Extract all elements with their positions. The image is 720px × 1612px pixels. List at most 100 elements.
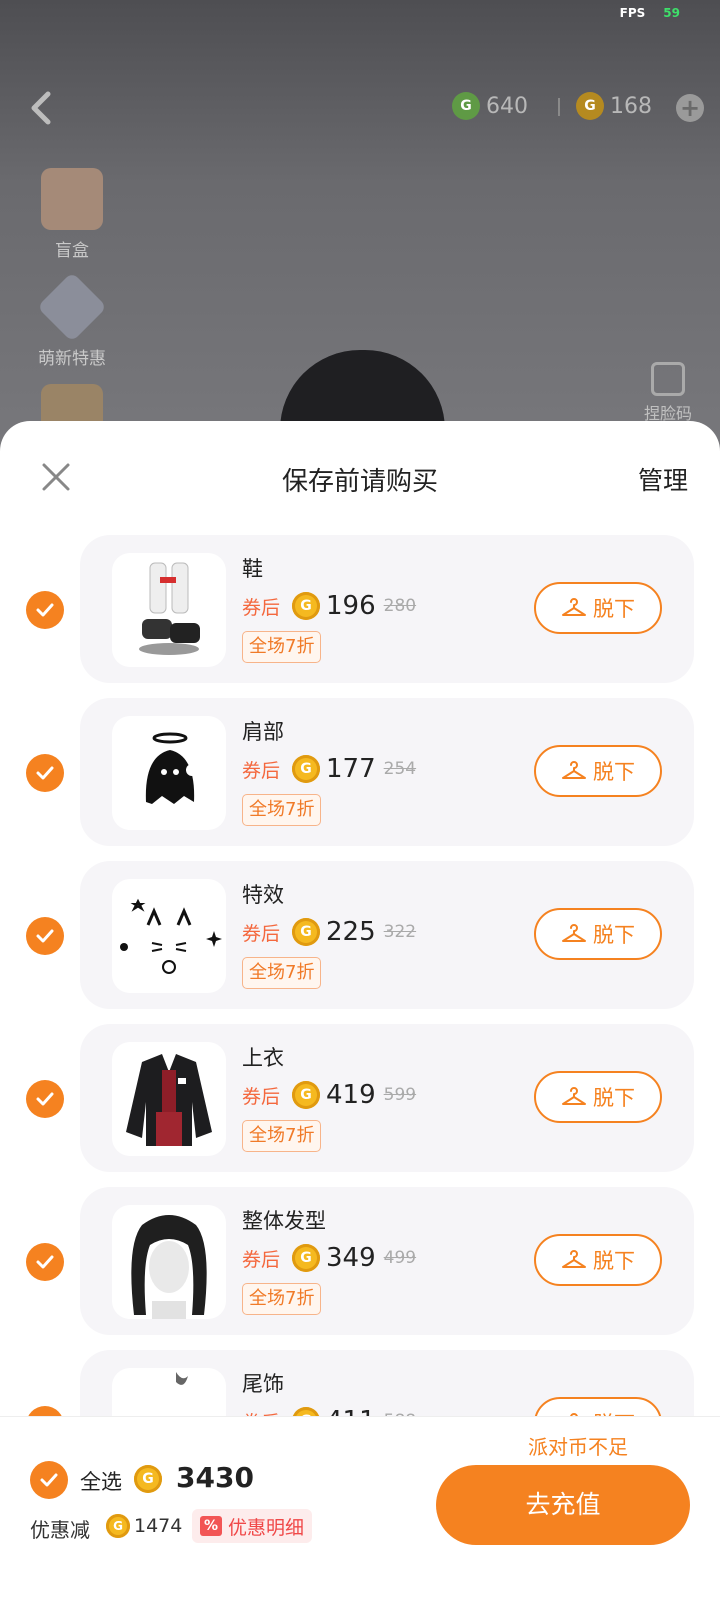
- discount-label: 优惠减: [30, 1518, 90, 1542]
- side-menu-label: 盲盒: [55, 241, 89, 261]
- item-card: 鞋 券后 G 196 280 全场7折 脱下: [80, 535, 694, 683]
- price-line: 券后 G 225 322: [242, 917, 416, 947]
- item-price: 196: [326, 591, 376, 621]
- face-code-button[interactable]: 捏脸码: [628, 362, 708, 424]
- discount-badge: 全场7折: [242, 794, 322, 826]
- total-price: 3430: [176, 1461, 254, 1494]
- check-icon: [36, 603, 54, 617]
- original-price: 322: [383, 922, 417, 942]
- discount-badge: 全场7折: [242, 1283, 322, 1315]
- item-name: 特效: [242, 883, 284, 907]
- background-scene: FPS 59 G 640 G 168 + 盲盒 萌新特惠 捏脸码: [0, 0, 720, 470]
- back-arrow-icon[interactable]: [22, 88, 58, 128]
- take-off-label: 脱下: [593, 1086, 635, 1110]
- take-off-label: 脱下: [593, 1249, 635, 1273]
- side-menu-newbie-offer[interactable]: 萌新特惠: [30, 271, 114, 369]
- discount-badge: 全场7折: [242, 631, 322, 663]
- discount-detail-button[interactable]: % 优惠明细: [192, 1509, 313, 1543]
- take-off-button[interactable]: 脱下: [534, 582, 662, 634]
- edit-icon: [651, 362, 685, 396]
- item-thumbnail[interactable]: [112, 1042, 226, 1156]
- item-thumbnail[interactable]: [112, 716, 226, 830]
- hanger-icon: [562, 924, 586, 942]
- green-currency-value: 640: [486, 93, 528, 119]
- select-all-checkbox[interactable]: [30, 1461, 68, 1499]
- list-item: 上衣 券后 G 419 599 全场7折 脱下: [0, 1024, 720, 1187]
- take-off-label: 脱下: [593, 760, 635, 784]
- gold-coin-icon: G: [576, 92, 604, 120]
- manage-button[interactable]: 管理: [638, 461, 688, 497]
- gold-coin-icon: G: [134, 1465, 162, 1493]
- green-currency: G 640: [452, 92, 528, 120]
- gold-coin-icon: G: [292, 755, 321, 783]
- hanger-icon: [562, 761, 586, 779]
- item-price: 225: [326, 917, 376, 947]
- list-item: 整体发型 券后 G 349 499 全场7折 脱下: [0, 1187, 720, 1350]
- hanger-icon: [562, 1250, 586, 1268]
- check-icon: [40, 1473, 58, 1487]
- item-checkbox[interactable]: [26, 1080, 64, 1118]
- item-name: 整体发型: [242, 1209, 326, 1233]
- discount-detail-label: 优惠明细: [228, 1516, 305, 1539]
- original-price: 254: [383, 759, 417, 779]
- price-line: 券后 G 349 499: [242, 1243, 416, 1273]
- currency-divider: [558, 98, 560, 116]
- gold-coin-icon: G: [106, 1514, 130, 1538]
- discount-badge: 全场7折: [242, 957, 322, 989]
- hanger-icon: [562, 1087, 586, 1105]
- item-thumbnail[interactable]: [112, 879, 226, 993]
- sheet-header: 保存前请购买 管理: [0, 421, 720, 521]
- add-currency-icon[interactable]: +: [676, 94, 704, 122]
- list-item: 特效 券后 G 225 322 全场7折 脱下: [0, 861, 720, 1024]
- coupon-label: 券后: [242, 1085, 281, 1108]
- coupon-label: 券后: [242, 596, 281, 619]
- take-off-button[interactable]: 脱下: [534, 745, 662, 797]
- original-price: 280: [383, 596, 417, 616]
- check-icon: [36, 1255, 54, 1269]
- fps-label: FPS: [619, 6, 646, 20]
- check-icon: [36, 1092, 54, 1106]
- take-off-label: 脱下: [593, 923, 635, 947]
- item-checkbox[interactable]: [26, 591, 64, 629]
- recharge-button[interactable]: 去充值: [436, 1465, 690, 1545]
- item-card: 整体发型 券后 G 349 499 全场7折 脱下: [80, 1187, 694, 1335]
- item-price: 177: [326, 754, 376, 784]
- item-list[interactable]: 鞋 券后 G 196 280 全场7折 脱下 肩部 券后 G 177 254 全…: [0, 535, 720, 1513]
- item-thumbnail[interactable]: [112, 553, 226, 667]
- item-thumbnail[interactable]: [112, 1205, 226, 1319]
- check-icon: [36, 929, 54, 943]
- percent-icon: %: [200, 1516, 223, 1536]
- gold-coin-icon: G: [292, 918, 321, 946]
- green-coin-icon: G: [452, 92, 480, 120]
- original-price: 599: [383, 1085, 417, 1105]
- original-price: 499: [383, 1248, 417, 1268]
- item-name: 肩部: [242, 720, 284, 744]
- take-off-button[interactable]: 脱下: [534, 908, 662, 960]
- checkout-footer: 派对币不足 全选 G 3430 优惠减 G 1474 % 优惠明细 去充值: [0, 1416, 720, 1612]
- gold-currency: G 168: [576, 92, 652, 120]
- gift-box-icon: [41, 168, 103, 230]
- check-icon: [36, 766, 54, 780]
- item-checkbox[interactable]: [26, 917, 64, 955]
- coupon-label: 券后: [242, 1248, 281, 1271]
- side-menu-blind-box[interactable]: 盲盒: [30, 168, 114, 261]
- gold-coin-icon: G: [292, 1244, 321, 1272]
- take-off-button[interactable]: 脱下: [534, 1071, 662, 1123]
- item-card: 肩部 券后 G 177 254 全场7折 脱下: [80, 698, 694, 846]
- item-card: 特效 券后 G 225 322 全场7折 脱下: [80, 861, 694, 1009]
- item-checkbox[interactable]: [26, 1243, 64, 1281]
- price-line: 券后 G 177 254: [242, 754, 416, 784]
- item-name: 鞋: [242, 557, 263, 581]
- price-line: 券后 G 419 599: [242, 1080, 416, 1110]
- coupon-label: 券后: [242, 922, 281, 945]
- discount-value: 1474: [134, 1515, 183, 1537]
- take-off-button[interactable]: 脱下: [534, 1234, 662, 1286]
- side-menu-label: 萌新特惠: [38, 349, 106, 369]
- item-checkbox[interactable]: [26, 754, 64, 792]
- select-all-label[interactable]: 全选: [80, 1466, 122, 1496]
- list-item: 鞋 券后 G 196 280 全场7折 脱下: [0, 535, 720, 698]
- item-price: 349: [326, 1243, 376, 1273]
- list-item: 肩部 券后 G 177 254 全场7折 脱下: [0, 698, 720, 861]
- item-card: 上衣 券后 G 419 599 全场7折 脱下: [80, 1024, 694, 1172]
- coupon-label: 券后: [242, 759, 281, 782]
